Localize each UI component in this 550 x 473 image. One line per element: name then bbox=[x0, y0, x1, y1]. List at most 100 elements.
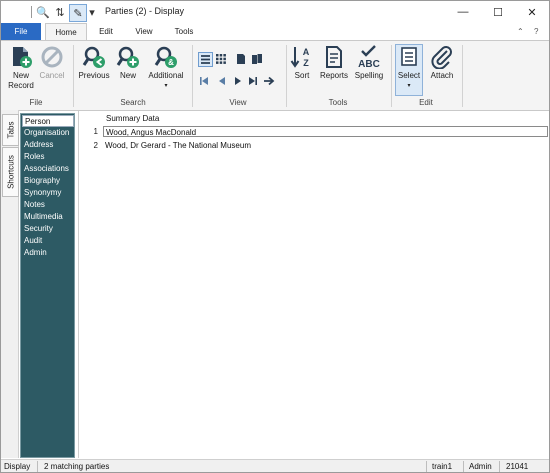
tools-group-label: Tools bbox=[328, 98, 348, 107]
side-rail: Tabs Shortcuts bbox=[1, 110, 19, 458]
tab-list-item-multimedia[interactable]: Multimedia bbox=[22, 211, 74, 223]
additional-label: Additional bbox=[148, 71, 184, 80]
svg-text:A: A bbox=[303, 47, 310, 57]
tab-list-item-roles[interactable]: Roles bbox=[22, 151, 74, 163]
grid-header-summary-data[interactable]: Summary Data bbox=[106, 113, 159, 125]
multi-page-view-icon[interactable] bbox=[252, 54, 262, 64]
status-id: 21041 bbox=[506, 462, 529, 471]
previous-record-icon[interactable] bbox=[217, 76, 227, 86]
row-summary-cell[interactable]: Wood, Dr Gerard - The National Museum bbox=[103, 140, 548, 151]
status-user: train1 bbox=[432, 462, 453, 471]
tab-tools[interactable]: Tools bbox=[165, 23, 203, 40]
group-separator bbox=[462, 45, 463, 107]
tab-list-item-organisation[interactable]: Organisation bbox=[22, 127, 74, 139]
status-match-count: 2 matching parties bbox=[44, 462, 110, 471]
tab-list-item-associations[interactable]: Associations bbox=[22, 163, 74, 175]
maximize-button[interactable]: ☐ bbox=[481, 1, 515, 23]
view-group-label: View bbox=[229, 98, 247, 107]
new-search-button[interactable]: New bbox=[115, 45, 141, 81]
rail-tab-tabs[interactable]: Tabs bbox=[2, 114, 19, 146]
status-bar: Display 2 matching parties train1 Admin … bbox=[1, 459, 549, 472]
previous-search-button[interactable]: Previous bbox=[77, 45, 111, 81]
quick-access-dropdown-icon[interactable]: ▾ bbox=[87, 4, 97, 20]
status-role: Admin bbox=[469, 462, 492, 471]
last-record-icon[interactable] bbox=[248, 76, 258, 86]
sort-az-icon: A Z bbox=[290, 47, 310, 68]
title-bar: 🔍 ⇅ ✎ ▾ Parties (2) - Display — ☐ ✕ bbox=[1, 1, 549, 23]
help-icon[interactable]: ? bbox=[534, 23, 538, 40]
tab-list-item-address[interactable]: Address bbox=[22, 139, 74, 151]
ribbon-tabs: File Home Edit View Tools ⌃ ? bbox=[1, 23, 549, 42]
tab-list-item-notes[interactable]: Notes bbox=[22, 199, 74, 211]
search-icon[interactable]: 🔍 bbox=[35, 4, 51, 20]
minimize-button[interactable]: — bbox=[446, 1, 480, 23]
grid-header: Summary Data bbox=[79, 113, 549, 125]
tab-view[interactable]: View bbox=[127, 23, 161, 40]
page-view-icon[interactable] bbox=[236, 54, 246, 64]
status-mode: Display bbox=[4, 462, 31, 471]
attach-label: Attach bbox=[430, 71, 454, 80]
new-record-label: New Record bbox=[8, 71, 34, 90]
close-button[interactable]: ✕ bbox=[515, 1, 549, 23]
search-group-label: Search bbox=[120, 98, 146, 107]
cancel-label: Cancel bbox=[39, 71, 65, 80]
sort-icon[interactable]: ⇅ bbox=[52, 4, 68, 20]
select-dropdown-icon: ▾ bbox=[407, 83, 411, 89]
tab-list-item-audit[interactable]: Audit bbox=[22, 235, 74, 247]
application-window: 🔍 ⇅ ✎ ▾ Parties (2) - Display — ☐ ✕ File… bbox=[0, 0, 550, 473]
reports-button[interactable]: Reports bbox=[318, 45, 350, 81]
tab-list-item-person[interactable]: Person bbox=[22, 115, 74, 127]
svg-text:&: & bbox=[168, 58, 174, 67]
row-summary-cell[interactable]: Wood, Angus MacDonald bbox=[103, 126, 548, 137]
reports-label: Reports bbox=[319, 71, 348, 80]
select-icon bbox=[401, 47, 417, 66]
spelling-button[interactable]: ABC Spelling bbox=[352, 45, 386, 81]
quick-access-separator bbox=[31, 6, 32, 18]
additional-search-button[interactable]: & Additional ▾ bbox=[144, 45, 188, 91]
tab-file[interactable]: File bbox=[1, 23, 41, 40]
status-separator bbox=[37, 461, 38, 472]
sort-label: Sort bbox=[294, 71, 310, 80]
select-button[interactable]: Select ▾ bbox=[395, 44, 423, 96]
attach-button[interactable]: Attach bbox=[427, 45, 457, 81]
spelling-label: Spelling bbox=[354, 71, 384, 80]
status-separator bbox=[426, 461, 427, 472]
rail-tab-tabs-label: Tabs bbox=[6, 121, 15, 139]
row-number: 2 bbox=[93, 141, 98, 150]
first-record-icon[interactable] bbox=[199, 76, 209, 86]
tab-list-item-synonymy[interactable]: Synonymy bbox=[22, 187, 74, 199]
previous-label: Previous bbox=[78, 71, 110, 80]
go-to-record-icon[interactable] bbox=[264, 76, 276, 86]
tab-edit[interactable]: Edit bbox=[89, 23, 123, 40]
collapse-ribbon-icon[interactable]: ⌃ bbox=[517, 23, 524, 40]
tab-list-item-security[interactable]: Security bbox=[22, 223, 74, 235]
edit-icon[interactable]: ✎ bbox=[69, 4, 87, 22]
group-separator bbox=[391, 45, 392, 107]
table-row[interactable]: 1 Wood, Angus MacDonald bbox=[79, 126, 549, 138]
new-label: New bbox=[119, 71, 136, 80]
table-row[interactable]: 2 Wood, Dr Gerard - The National Museum bbox=[79, 140, 549, 152]
rail-tab-shortcuts[interactable]: Shortcuts bbox=[2, 147, 19, 197]
select-label: Select bbox=[397, 71, 421, 80]
reports-icon bbox=[326, 46, 342, 68]
grid-view-icon[interactable] bbox=[216, 54, 226, 64]
cancel-icon bbox=[41, 46, 63, 68]
window-title: Parties (2) - Display bbox=[105, 6, 185, 16]
new-record-button[interactable]: New Record bbox=[5, 45, 37, 91]
record-tab-list: Person Organisation Address Roles Associ… bbox=[20, 113, 75, 458]
group-separator bbox=[73, 45, 74, 107]
next-record-icon[interactable] bbox=[233, 76, 243, 86]
tab-list-item-admin[interactable]: Admin bbox=[22, 247, 74, 259]
list-view-icon[interactable] bbox=[198, 52, 213, 67]
cancel-button[interactable]: Cancel bbox=[37, 45, 67, 81]
paperclip-icon bbox=[431, 46, 452, 69]
spelling-check-icon: ABC bbox=[358, 45, 380, 69]
row-number: 1 bbox=[93, 127, 98, 136]
additional-dropdown-icon: ▾ bbox=[164, 83, 168, 89]
additional-search-icon: & bbox=[154, 46, 177, 68]
tab-list-item-biography[interactable]: Biography bbox=[22, 175, 74, 187]
sort-button[interactable]: A Z Sort bbox=[290, 45, 314, 81]
results-grid: Summary Data 1 Wood, Angus MacDonald 2 W… bbox=[78, 111, 549, 458]
previous-search-icon bbox=[82, 46, 105, 68]
svg-text:ABC: ABC bbox=[358, 59, 380, 69]
